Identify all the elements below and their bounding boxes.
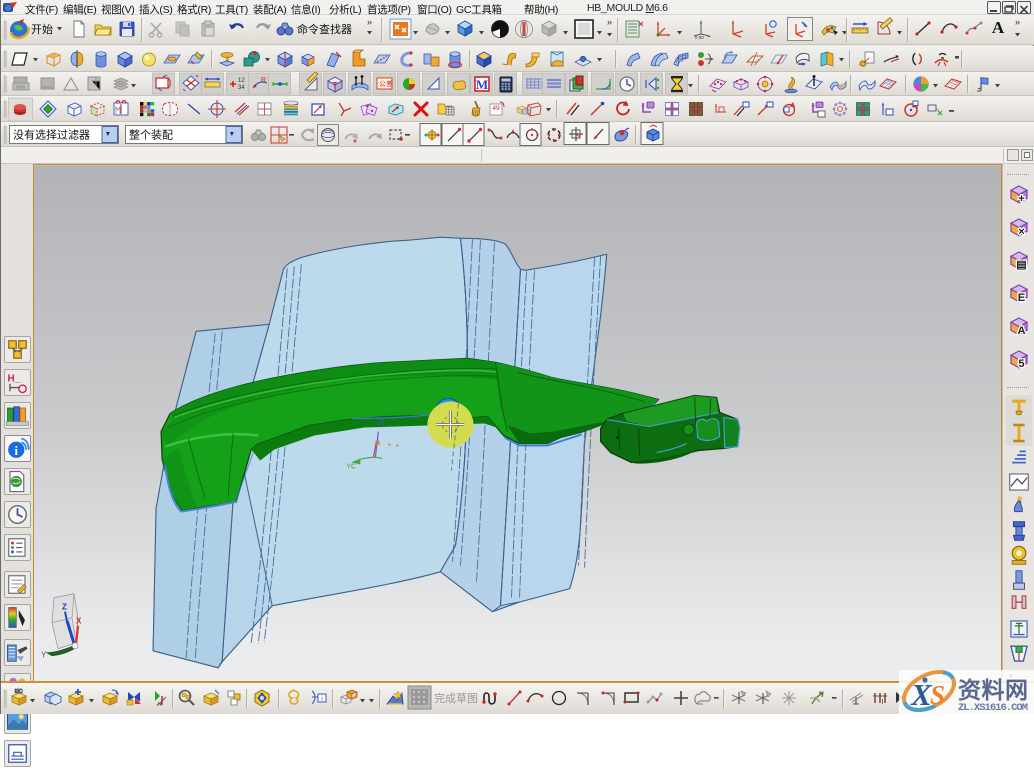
svg-text:ZL.XS1616.COM: ZL.XS1616.COM — [958, 702, 1028, 714]
svg-text:T: T — [333, 81, 338, 90]
svg-text:34: 34 — [238, 85, 245, 91]
svg-text:M: M — [476, 77, 488, 92]
svg-text:▤: ▤ — [1016, 259, 1027, 271]
svg-text:i: i — [15, 444, 19, 458]
svg-text:12: 12 — [238, 78, 245, 84]
svg-text:+: + — [1018, 193, 1025, 205]
svg-text:S: S — [930, 680, 945, 710]
svg-text:»: » — [367, 17, 372, 27]
svg-text:没有选择过滤器: 没有选择过滤器 — [13, 128, 90, 142]
svg-text:整个装配: 整个装配 — [129, 128, 173, 142]
svg-text:A: A — [992, 18, 1005, 37]
svg-text:公差: 公差 — [379, 79, 393, 88]
svg-text:A: A — [1017, 325, 1025, 337]
svg-text:E: E — [1018, 292, 1025, 304]
svg-text:开始: 开始 — [31, 22, 53, 36]
svg-text:R: R — [261, 77, 266, 84]
svg-text:»: » — [1015, 17, 1020, 27]
svg-text:命令查找器: 命令查找器 — [297, 22, 352, 36]
svg-text:H_: H_ — [8, 373, 21, 384]
svg-text:49: 49 — [492, 105, 500, 112]
svg-text:5: 5 — [1018, 358, 1024, 370]
svg-text:×: × — [1018, 226, 1025, 238]
svg-text:完成草图: 完成草图 — [434, 691, 478, 705]
svg-text:0.00: 0.00 — [695, 35, 704, 40]
svg-text:资料网: 资料网 — [958, 677, 1028, 703]
svg-text:»: » — [607, 17, 612, 27]
